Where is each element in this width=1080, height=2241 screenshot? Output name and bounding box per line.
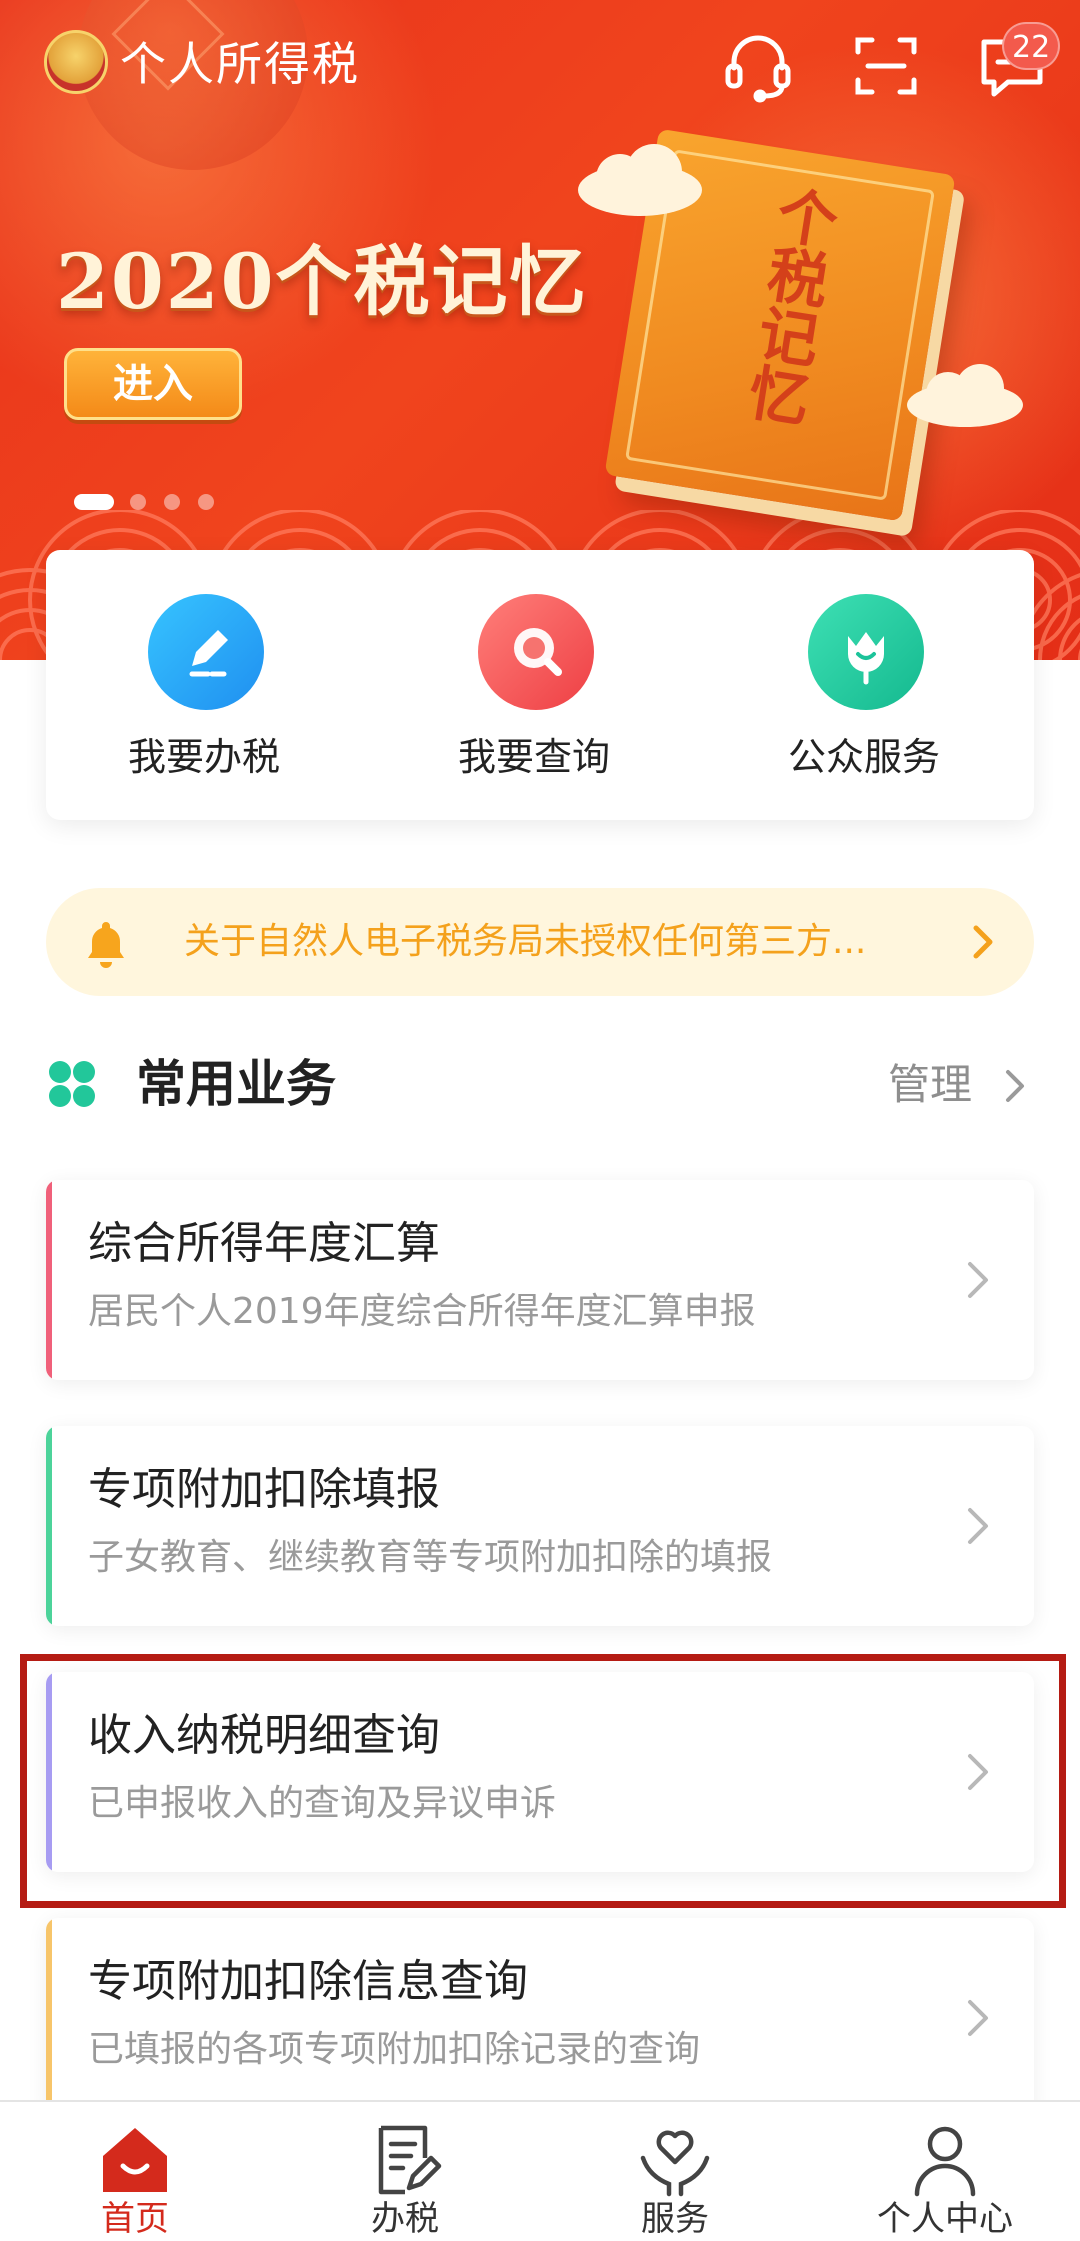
chevron-right-icon: [973, 925, 993, 959]
notification-badge: 22: [1002, 22, 1061, 70]
bottom-navigation: 首页 办税 服务 个人中心: [0, 2100, 1080, 2241]
scan-icon[interactable]: [846, 26, 926, 106]
card-title: 专项附加扣除填报: [88, 1464, 440, 1515]
app-title: 个人所得税: [120, 37, 360, 91]
enter-button[interactable]: 进入: [64, 348, 242, 420]
card-title: 收入纳税明细查询: [88, 1710, 440, 1761]
bell-icon: [88, 922, 124, 968]
business-card-special-deduction-filing[interactable]: 专项附加扣除填报 子女教育、继续教育等专项附加扣除的填报: [46, 1426, 1034, 1626]
card-subtitle: 居民个人2019年度综合所得年度汇算申报: [88, 1291, 756, 1332]
document-edit-icon: [378, 2125, 442, 2195]
card-accent-bar: [46, 1426, 52, 1626]
card-subtitle: 已申报收入的查询及异议申诉: [88, 1783, 557, 1824]
card-subtitle: 已填报的各项专项附加扣除记录的查询: [88, 2029, 701, 2070]
notice-bar[interactable]: 关于自然人电子税务局未授权任何第三方...: [46, 888, 1034, 996]
card-accent-bar: [46, 1180, 52, 1380]
quick-actions-card: 我要办税 我要查询 公众服务: [46, 550, 1034, 820]
card-title: 综合所得年度汇算: [88, 1218, 440, 1269]
search-icon: [478, 594, 594, 710]
cloud-decoration: [578, 144, 702, 216]
quick-action-label: 我要查询: [457, 735, 610, 779]
nav-personal-center[interactable]: 个人中心: [810, 2102, 1080, 2241]
chevron-right-icon[interactable]: [996, 1066, 1032, 1106]
chevron-right-icon: [968, 2000, 988, 2036]
carousel-dot-active: [74, 494, 114, 510]
nav-label: 服务: [641, 2199, 709, 2239]
quick-action-file-tax[interactable]: 我要办税: [54, 550, 354, 820]
edit-icon: [148, 594, 264, 710]
heart-hands-icon: [640, 2130, 710, 2197]
card-accent-bar: [46, 1918, 52, 2118]
banner-headline: 2020个税记忆: [56, 237, 588, 326]
quick-action-query[interactable]: 我要查询: [384, 550, 684, 820]
quick-action-label: 公众服务: [787, 735, 940, 779]
nav-home[interactable]: 首页: [0, 2102, 270, 2241]
business-card-income-tax-query[interactable]: 收入纳税明细查询 已申报收入的查询及异议申诉: [46, 1672, 1034, 1872]
quick-action-label: 我要办税: [127, 735, 280, 779]
nav-label: 个人中心: [877, 2199, 1013, 2239]
customer-service-icon[interactable]: [718, 26, 798, 106]
section-title: 常用业务: [136, 1055, 336, 1113]
notice-text: 关于自然人电子税务局未授权任何第三方...: [184, 921, 867, 962]
nav-label: 办税: [371, 2199, 439, 2239]
card-subtitle: 子女教育、继续教育等专项附加扣除的填报: [88, 1537, 773, 1578]
chevron-right-icon: [968, 1508, 988, 1544]
top-bar: 个人所得税 22: [0, 0, 1080, 130]
home-icon: [103, 2128, 167, 2192]
nav-tax[interactable]: 办税: [270, 2102, 540, 2241]
manage-link[interactable]: 管理: [888, 1058, 972, 1112]
business-card-deduction-info-query[interactable]: 专项附加扣除信息查询 已填报的各项专项附加扣除记录的查询: [46, 1918, 1034, 2118]
cloud-decoration: [907, 364, 1023, 427]
carousel-dot: [164, 494, 180, 510]
quick-action-public-service[interactable]: 公众服务: [714, 550, 1014, 820]
card-title: 专项附加扣除信息查询: [88, 1956, 528, 2007]
tax-emblem-logo: [44, 30, 108, 94]
tulip-icon: [808, 594, 924, 710]
person-icon: [914, 2126, 976, 2197]
nav-label: 首页: [101, 2199, 169, 2239]
nav-service[interactable]: 服务: [540, 2102, 810, 2241]
chevron-right-icon: [968, 1754, 988, 1790]
chevron-right-icon: [968, 1262, 988, 1298]
carousel-dot: [130, 494, 146, 510]
carousel-dot: [198, 494, 214, 510]
business-card-annual-settlement[interactable]: 综合所得年度汇算 居民个人2019年度综合所得年度汇算申报: [46, 1180, 1034, 1380]
card-accent-bar: [46, 1672, 52, 1872]
grid-icon: [49, 1061, 95, 1107]
